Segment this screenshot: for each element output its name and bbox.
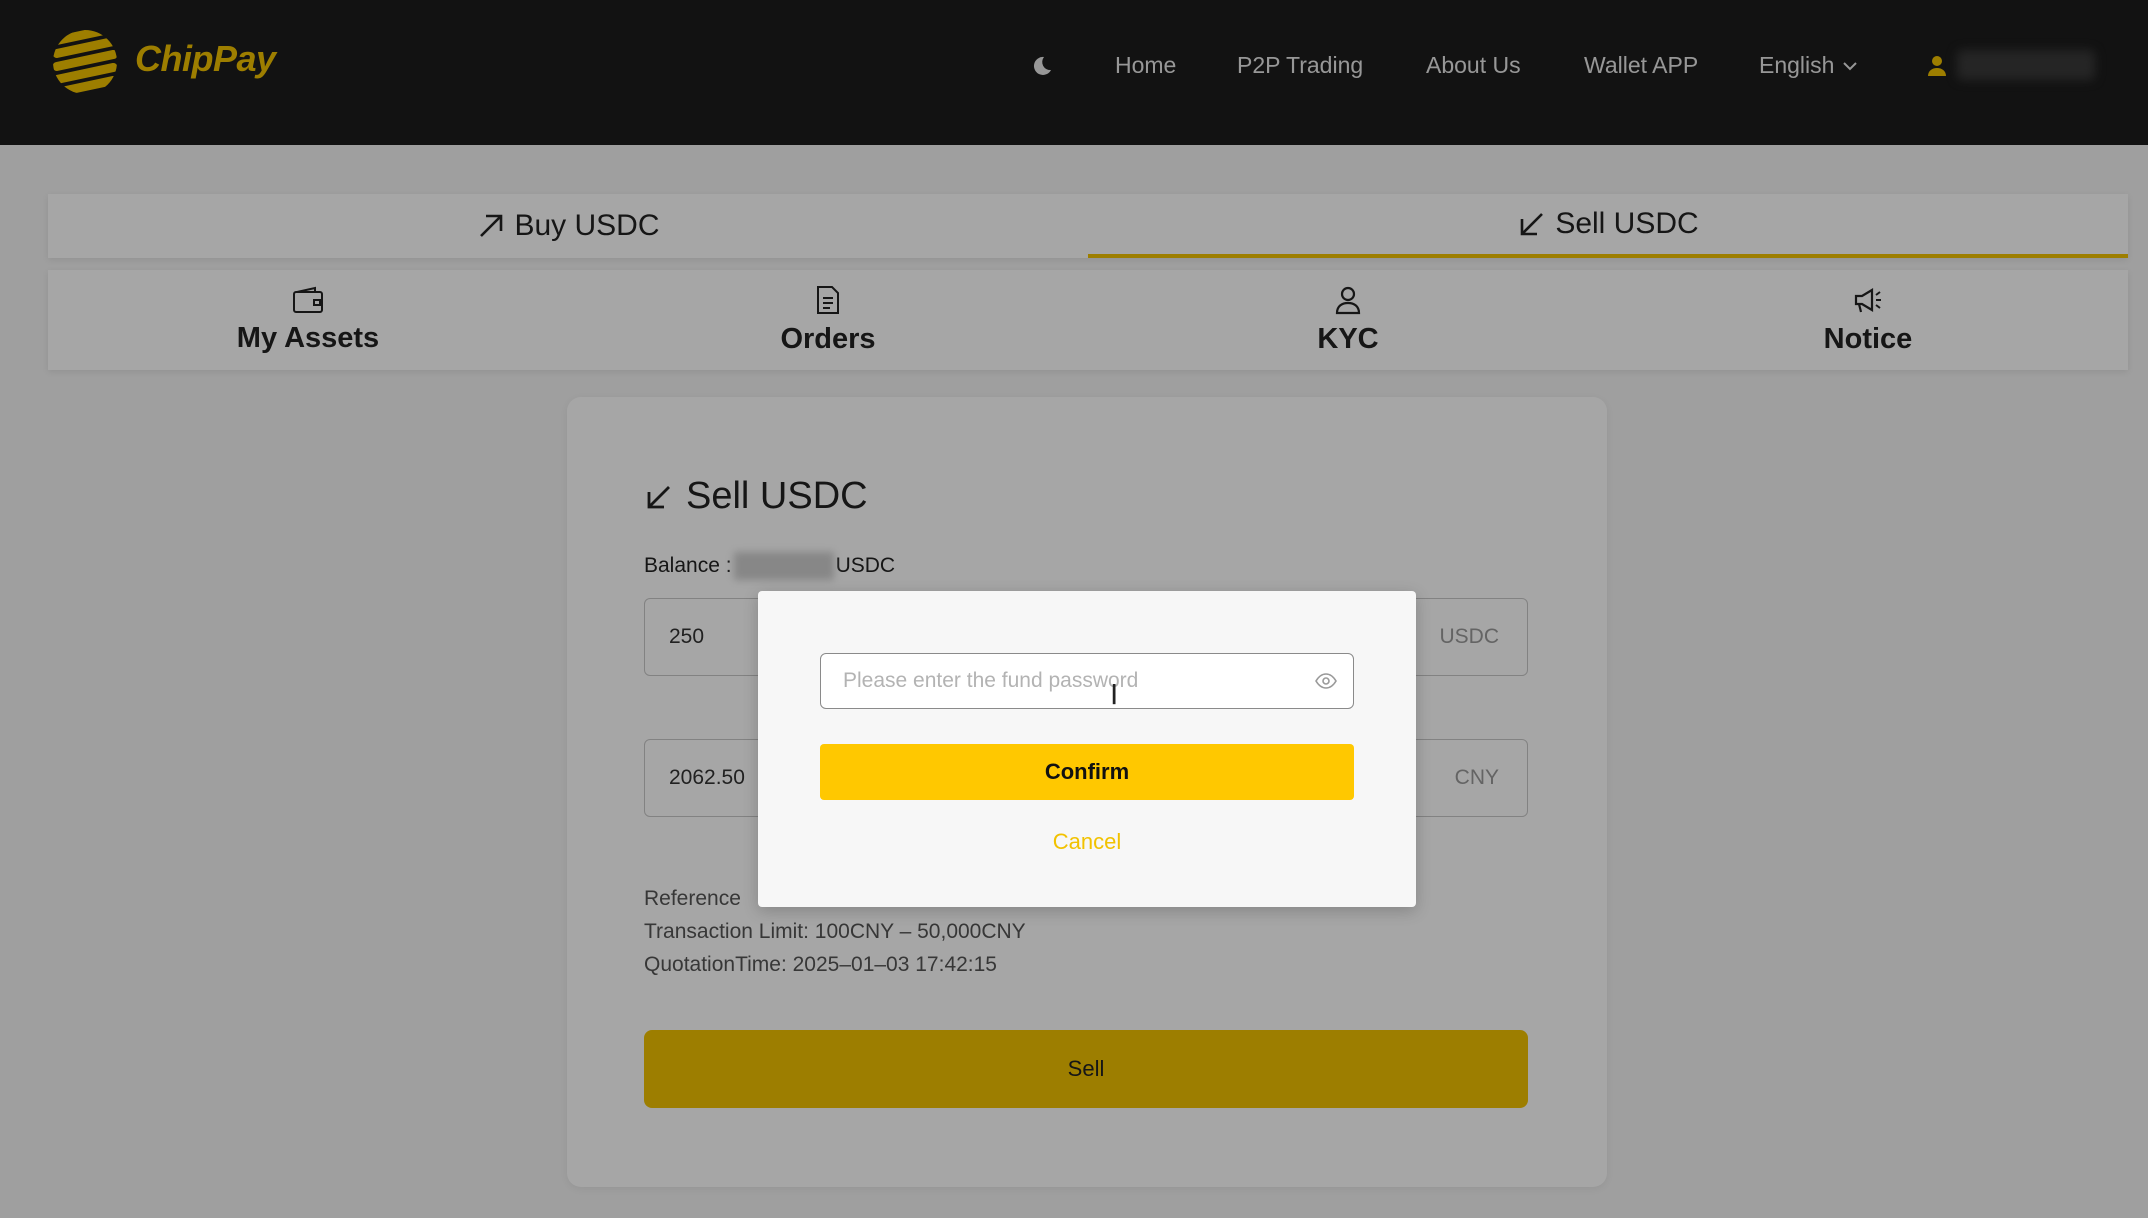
- text-cursor-icon: I: [1110, 678, 1119, 711]
- fund-password-field[interactable]: [820, 653, 1354, 709]
- fund-password-input[interactable]: [843, 664, 1283, 698]
- cancel-button[interactable]: Cancel: [758, 829, 1416, 855]
- confirm-button[interactable]: Confirm: [820, 744, 1354, 800]
- eye-icon[interactable]: [1315, 672, 1337, 690]
- fund-password-dialog: Confirm Cancel: [758, 591, 1416, 907]
